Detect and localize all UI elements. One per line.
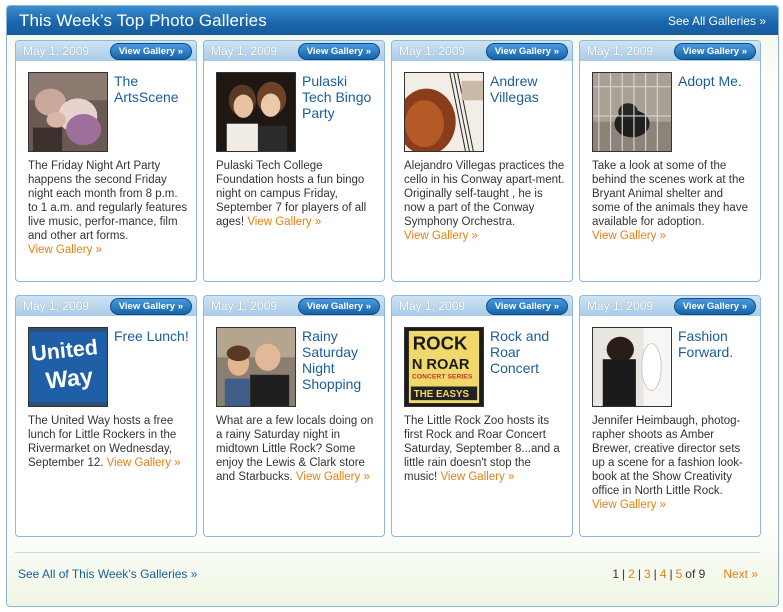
card-description: Pulaski Tech College Foundation hosts a … xyxy=(204,153,384,229)
view-gallery-button[interactable]: View Gallery » xyxy=(297,297,380,315)
card-header: May 1, 2009 View Gallery » xyxy=(16,41,196,61)
card-date: May 1, 2009 xyxy=(587,44,654,58)
gallery-card-free-lunch: May 1, 2009 View Gallery » United Way Fr… xyxy=(15,295,197,537)
card-title[interactable]: The ArtsScene xyxy=(114,73,191,153)
card-description: Jennifer Heimbaugh, photog-rapher shoots… xyxy=(580,408,760,512)
poster-text-n-roar: N ROAR xyxy=(412,357,470,373)
page-current: 1 xyxy=(612,567,620,581)
view-gallery-link[interactable]: View Gallery » xyxy=(107,457,181,469)
poster-text-rock: ROCK xyxy=(413,332,468,353)
page-separator: | xyxy=(653,567,657,581)
shelter-dog-photo-icon[interactable] xyxy=(592,72,672,152)
description-text: Take a look at some of the behind the sc… xyxy=(592,160,748,228)
poster-text-the-easys: THE EASYS xyxy=(414,389,470,400)
view-gallery-button[interactable]: View Gallery » xyxy=(109,42,192,60)
art-crowd-photo-icon[interactable] xyxy=(28,72,108,152)
footer-divider xyxy=(15,552,760,553)
cello-photo-icon[interactable] xyxy=(404,72,484,152)
description-text: The Friday Night Art Party happens the s… xyxy=(28,160,188,242)
view-gallery-link[interactable]: View Gallery » xyxy=(247,216,321,228)
card-date: May 1, 2009 xyxy=(587,299,654,313)
card-title[interactable]: Adopt Me. xyxy=(678,73,742,153)
card-date: May 1, 2009 xyxy=(399,299,466,313)
card-description: The United Way hosts a free lunch for Li… xyxy=(16,408,196,470)
description-text: Jennifer Heimbaugh, photog-rapher shoots… xyxy=(592,415,743,497)
view-gallery-link[interactable]: View Gallery » xyxy=(592,230,666,242)
gallery-card-bingo-party: May 1, 2009 View Gallery » Pulaski Tech … xyxy=(203,40,385,282)
card-date: May 1, 2009 xyxy=(399,44,466,58)
view-gallery-link[interactable]: View Gallery » xyxy=(440,471,514,483)
view-gallery-button[interactable]: View Gallery » xyxy=(673,42,756,60)
page-link-2[interactable]: 2 xyxy=(628,567,635,581)
view-gallery-button[interactable]: View Gallery » xyxy=(485,297,568,315)
footer: See All of This Week’s Galleries » 1 | 2… xyxy=(18,564,758,584)
card-header: May 1, 2009 View Gallery » xyxy=(16,296,196,316)
page-link-3[interactable]: 3 xyxy=(644,567,651,581)
banner-text-way: Way xyxy=(44,363,94,394)
view-gallery-button[interactable]: View Gallery » xyxy=(485,42,568,60)
united-way-banner-photo-icon[interactable]: United Way xyxy=(28,327,108,407)
pagination: 1 | 2 | 3 | 4 | 5 of 9 Next » xyxy=(612,567,758,581)
card-description: Take a look at some of the behind the sc… xyxy=(580,153,760,243)
card-title[interactable]: Pulaski Tech Bingo Party xyxy=(302,73,379,153)
gallery-card-fashion-forward: May 1, 2009 View Gallery » Fashion Forwa… xyxy=(579,295,761,537)
page-total: of 9 xyxy=(685,567,706,581)
card-header: May 1, 2009 View Gallery » xyxy=(392,296,572,316)
page-separator: | xyxy=(637,567,641,581)
card-title[interactable]: Free Lunch! xyxy=(114,328,189,408)
widget-header: This Week’s Top Photo Galleries See All … xyxy=(7,6,778,35)
card-description: What are a few locals doing on a rainy S… xyxy=(204,408,384,484)
view-gallery-link[interactable]: View Gallery » xyxy=(28,244,102,256)
poster-text-concert-series: CONCERT SERIES xyxy=(412,374,473,381)
concert-poster-photo-icon[interactable]: ROCK N ROAR CONCERT SERIES THE EASYS xyxy=(404,327,484,407)
two-women-photo-icon[interactable] xyxy=(216,72,296,152)
card-date: May 1, 2009 xyxy=(23,44,90,58)
card-date: May 1, 2009 xyxy=(211,299,278,313)
card-description: The Friday Night Art Party happens the s… xyxy=(16,153,196,257)
card-header: May 1, 2009 View Gallery » xyxy=(204,41,384,61)
card-header: May 1, 2009 View Gallery » xyxy=(392,41,572,61)
card-title[interactable]: Rainy Saturday Night Shopping xyxy=(302,328,379,408)
gallery-card-arts-scene: May 1, 2009 View Gallery » The ArtsScene… xyxy=(15,40,197,282)
view-gallery-link[interactable]: View Gallery » xyxy=(592,499,666,511)
page-separator: | xyxy=(622,567,626,581)
card-title[interactable]: Fashion Forward. xyxy=(678,328,755,408)
next-page-link[interactable]: Next » xyxy=(723,567,758,581)
card-description: Alejandro Villegas practices the cello i… xyxy=(392,153,572,243)
fashion-shoot-photo-icon[interactable] xyxy=(592,327,672,407)
card-date: May 1, 2009 xyxy=(23,299,90,313)
card-title[interactable]: Rock and Roar Concert xyxy=(490,328,567,408)
gallery-card-andrew-villegas: May 1, 2009 View Gallery » Andrew Villeg… xyxy=(391,40,573,282)
gallery-grid: May 1, 2009 View Gallery » The ArtsScene… xyxy=(15,40,761,537)
widget-title: This Week’s Top Photo Galleries xyxy=(19,10,267,30)
gallery-card-rainy-saturday: May 1, 2009 View Gallery » Rainy Saturda… xyxy=(203,295,385,537)
see-all-weeks-galleries-link[interactable]: See All of This Week’s Galleries » xyxy=(18,567,197,581)
card-date: May 1, 2009 xyxy=(211,44,278,58)
gallery-card-rock-and-roar: May 1, 2009 View Gallery » ROCK N ROAR C… xyxy=(391,295,573,537)
gallery-card-adopt-me: May 1, 2009 View Gallery » Adopt Me. Tak… xyxy=(579,40,761,282)
view-gallery-link[interactable]: View Gallery » xyxy=(296,471,370,483)
view-gallery-button[interactable]: View Gallery » xyxy=(297,42,380,60)
card-header: May 1, 2009 View Gallery » xyxy=(580,41,760,61)
view-gallery-button[interactable]: View Gallery » xyxy=(109,297,192,315)
page-separator: | xyxy=(669,567,673,581)
card-header: May 1, 2009 View Gallery » xyxy=(204,296,384,316)
card-title[interactable]: Andrew Villegas xyxy=(490,73,567,153)
see-all-galleries-link[interactable]: See All Galleries » xyxy=(668,14,766,28)
description-text: Alejandro Villegas practices the cello i… xyxy=(404,160,565,228)
view-gallery-link[interactable]: View Gallery » xyxy=(404,230,478,242)
view-gallery-button[interactable]: View Gallery » xyxy=(673,297,756,315)
card-header: May 1, 2009 View Gallery » xyxy=(580,296,760,316)
page-link-5[interactable]: 5 xyxy=(676,567,683,581)
page-link-4[interactable]: 4 xyxy=(660,567,667,581)
couple-photo-icon[interactable] xyxy=(216,327,296,407)
card-description: The Little Rock Zoo hosts its first Rock… xyxy=(392,408,572,484)
